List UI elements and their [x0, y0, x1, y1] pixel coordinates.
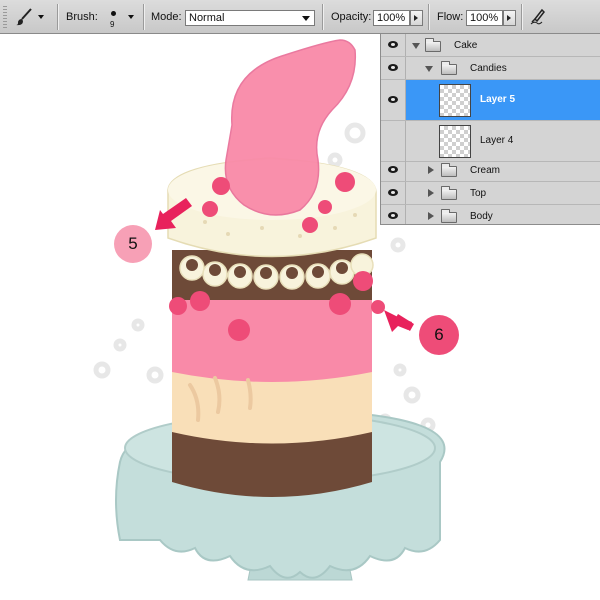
layer-row-layer-5[interactable]: Layer 5 [381, 80, 600, 121]
brush-label: Brush: [66, 11, 98, 23]
eye-icon [388, 64, 398, 71]
visibility-toggle[interactable] [381, 34, 406, 56]
layer-row-cake[interactable]: Cake [381, 34, 600, 57]
airbrush-icon [530, 8, 545, 25]
mode-label: Mode: [151, 11, 182, 23]
layer-row-layer-4[interactable]: Layer 4 [381, 121, 600, 162]
layer-name: Candies [470, 63, 507, 74]
expand-arrow-icon[interactable] [428, 189, 434, 197]
mode-select[interactable]: Normal [185, 10, 315, 26]
step-6-callout: 6 [419, 315, 459, 355]
brush-tip-icon [111, 11, 116, 16]
expand-arrow-icon[interactable] [425, 66, 433, 72]
options-toolbar: Brush: 9 Mode: Normal Opacity: 100% Flow… [0, 0, 600, 34]
opacity-slider-button[interactable] [410, 10, 423, 26]
visibility-toggle[interactable] [381, 205, 406, 224]
chevron-down-icon [302, 16, 310, 21]
layer-row-body[interactable]: Body [381, 205, 600, 224]
layer-name: Layer 4 [480, 135, 514, 146]
layer-thumbnail [439, 125, 471, 158]
opacity-label: Opacity: [331, 11, 372, 23]
layer-name: Layer 5 [480, 94, 516, 105]
visibility-toggle[interactable] [381, 57, 406, 79]
expand-arrow-icon[interactable] [428, 212, 434, 220]
toolbar-grip[interactable] [3, 6, 7, 28]
layers-panel: Cake Candies Layer 5 Layer 4 Cream Top B… [380, 34, 600, 225]
brush-picker[interactable]: 9 [108, 0, 138, 34]
brush-size: 9 [110, 20, 115, 29]
arrow-6 [384, 310, 414, 332]
visibility-toggle[interactable] [381, 121, 406, 161]
eye-icon [388, 212, 398, 219]
eye-icon [388, 166, 398, 173]
layer-thumbnail [439, 84, 471, 117]
layer-row-candies[interactable]: Candies [381, 57, 600, 80]
layer-name: Body [470, 211, 493, 222]
folder-icon [441, 186, 457, 200]
folder-icon [441, 209, 457, 223]
visibility-toggle[interactable] [381, 182, 406, 204]
opacity-input[interactable]: 100% [373, 10, 410, 26]
visibility-toggle[interactable] [381, 80, 406, 120]
chevron-down-icon [38, 15, 44, 19]
step-5-callout: 5 [114, 225, 152, 263]
flow-label: Flow: [437, 11, 464, 23]
eye-icon [388, 96, 398, 103]
layer-name: Cream [470, 165, 501, 176]
flow-slider-button[interactable] [503, 10, 516, 26]
layer-name: Top [470, 188, 487, 199]
expand-arrow-icon[interactable] [428, 166, 434, 174]
folder-icon [441, 163, 457, 177]
layer-row-cream[interactable]: Cream [381, 159, 600, 182]
layer-name: Cake [454, 40, 478, 51]
visibility-toggle[interactable] [381, 159, 406, 181]
folder-icon [441, 61, 457, 75]
flow-input[interactable]: 100% [466, 10, 503, 26]
expand-arrow-icon[interactable] [412, 43, 420, 49]
layer-row-top[interactable]: Top [381, 182, 600, 205]
eye-icon [388, 189, 398, 196]
chevron-down-icon [128, 15, 134, 19]
brush-icon [16, 8, 32, 26]
airbrush-button[interactable] [527, 0, 549, 34]
tool-preset-picker[interactable] [14, 0, 54, 34]
folder-icon [425, 38, 441, 52]
eye-icon [388, 41, 398, 48]
